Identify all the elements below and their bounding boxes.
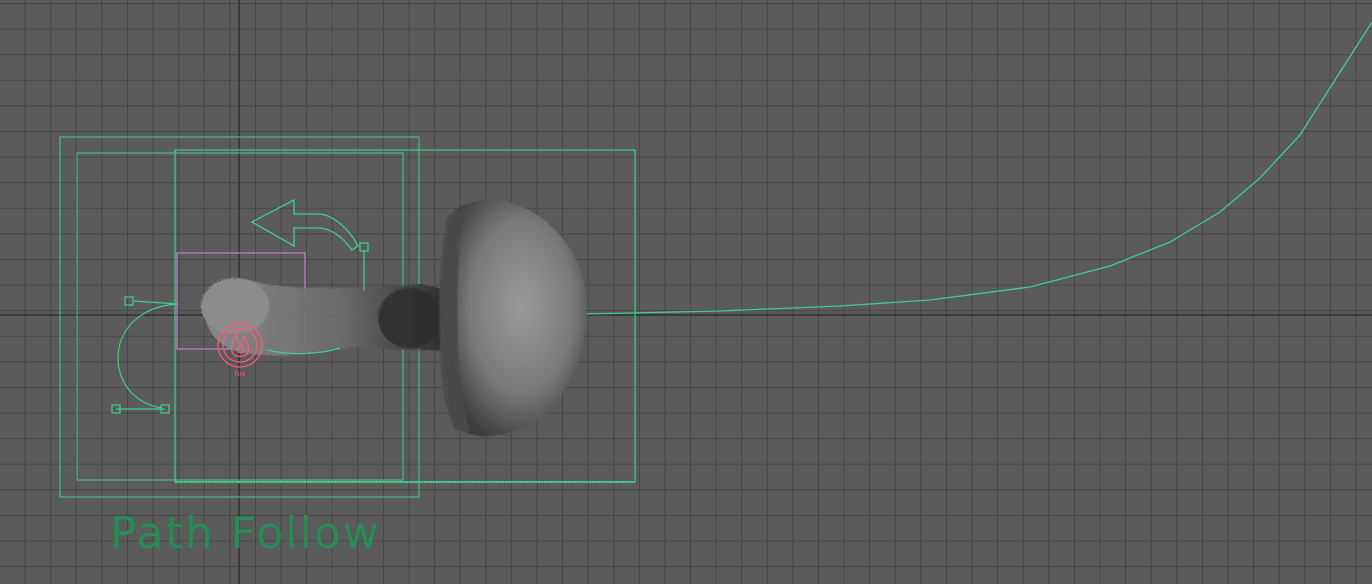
arrow-left-icon[interactable] bbox=[250, 198, 369, 290]
smoke-plume bbox=[201, 199, 586, 437]
path-follow-label: Path Follow bbox=[110, 508, 381, 559]
fire-emitter-label: Fire bbox=[235, 371, 246, 378]
scene-canvas[interactable]: Fire bbox=[0, 0, 1372, 584]
follow-path-spline[interactable] bbox=[584, 21, 1372, 315]
viewport-3d[interactable]: Fire Path Follow bbox=[0, 0, 1372, 584]
